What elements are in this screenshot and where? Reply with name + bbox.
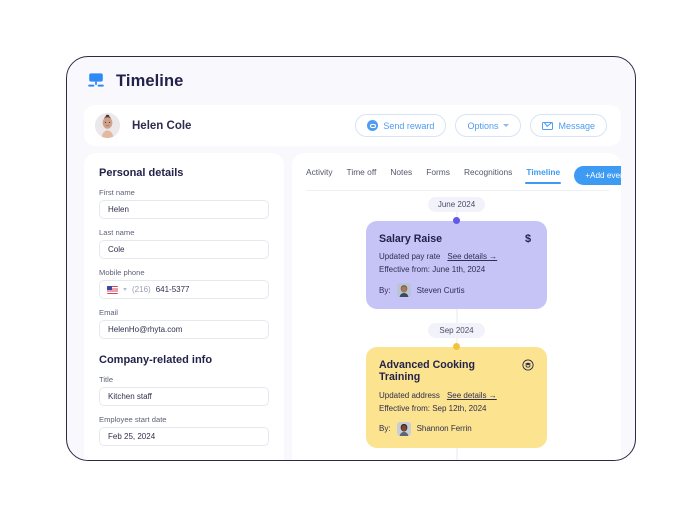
card-author-name: Steven Curtis xyxy=(416,285,465,295)
mobile-phone-label: Mobile phone xyxy=(99,268,145,277)
add-event-button[interactable]: +Add event xyxy=(574,166,621,185)
email-input[interactable]: HelenHo@rhyta.com xyxy=(99,320,269,339)
first-name-field-group: First name Helen xyxy=(99,188,269,219)
timeline-entry: Sep 2024 Advanced Cooking Training Updat… xyxy=(292,323,621,448)
card-effective-date: Effective from: June 1th, 2024 xyxy=(379,265,486,275)
timeline-card-cooking-training[interactable]: Advanced Cooking Training Updated addres… xyxy=(366,347,547,448)
start-date-label: Employee start date xyxy=(99,415,167,424)
device-frame: Timeline Helen Cole Send reward Options … xyxy=(66,56,636,461)
start-date-field-group: Employee start date Feb 25, 2024 xyxy=(99,415,269,446)
title-label: Title xyxy=(99,375,114,384)
see-details-link[interactable]: See details → xyxy=(447,252,497,261)
timeline-date-pill: June 2024 xyxy=(428,197,485,212)
card-header: Salary Raise $ xyxy=(379,233,534,245)
graduation-cap-icon xyxy=(522,359,534,371)
card-by-label: By: xyxy=(379,285,391,295)
personal-details-panel: Personal details First name Helen Last n… xyxy=(84,153,284,460)
card-by-label: By: xyxy=(379,424,391,434)
timeline-node xyxy=(453,217,460,224)
tab-bar: Activity Time off Notes Forms Recognitio… xyxy=(292,160,621,191)
timeline-card-salary-raise[interactable]: Salary Raise $ Updated pay rate See deta… xyxy=(366,221,547,310)
title-field-group: Title Kitchen staff xyxy=(99,375,269,406)
tab-timeline[interactable]: Timeline xyxy=(525,167,562,184)
card-detail-text: Updated pay rate xyxy=(379,252,441,262)
app-header: Timeline xyxy=(67,57,635,105)
phone-area-code: (216) xyxy=(132,285,151,294)
person-name: Helen Cole xyxy=(132,119,192,132)
header-actions: Send reward Options Message xyxy=(355,114,607,137)
send-reward-button[interactable]: Send reward xyxy=(355,114,447,137)
start-date-input[interactable]: Feb 25, 2024 xyxy=(99,427,269,446)
options-button[interactable]: Options xyxy=(455,114,522,137)
dollar-icon: $ xyxy=(522,233,534,245)
card-effective-date: Effective from: Sep 12th, 2024 xyxy=(379,403,487,413)
card-title: Salary Raise xyxy=(379,233,443,245)
tab-notes[interactable]: Notes xyxy=(390,167,412,184)
chevron-down-icon xyxy=(503,124,510,127)
phone-number: 641-5377 xyxy=(155,285,190,294)
author-avatar xyxy=(396,283,411,298)
tab-forms[interactable]: Forms xyxy=(426,167,450,184)
last-name-field-group: Last name Cole xyxy=(99,228,269,259)
timeline-date-pill: Sep 2024 xyxy=(428,323,485,339)
mobile-phone-input[interactable]: (216) 641-5377 xyxy=(99,280,269,299)
tab-time-off[interactable]: Time off xyxy=(347,167,377,184)
card-detail-text: Updated address xyxy=(379,390,440,400)
message-label: Message xyxy=(558,120,595,131)
avatar xyxy=(95,113,120,138)
card-author-name: Shannon Ferrin xyxy=(416,424,472,434)
card-author-row: By: Steven Curtis xyxy=(379,283,534,298)
card-header: Advanced Cooking Training xyxy=(379,359,534,383)
person-bar: Helen Cole Send reward Options Message xyxy=(84,105,621,146)
timeline-entry: June 2024 Salary Raise $ Updated pay rat… xyxy=(292,197,621,310)
us-flag-icon xyxy=(107,285,118,294)
send-reward-label: Send reward xyxy=(383,120,435,131)
last-name-input[interactable]: Cole xyxy=(99,240,269,259)
title-input[interactable]: Kitchen staff xyxy=(99,387,269,406)
card-detail-row: Updated address See details → xyxy=(379,391,534,400)
card-detail-row: Updated pay rate See details → xyxy=(379,252,534,261)
see-details-link[interactable]: See details → xyxy=(447,391,497,400)
card-title: Advanced Cooking Training xyxy=(379,359,475,384)
timeline-panel: Activity Time off Notes Forms Recognitio… xyxy=(292,153,621,460)
reward-badge-icon xyxy=(367,120,379,131)
email-label: Email xyxy=(99,308,118,317)
timeline-list: June 2024 Salary Raise $ Updated pay rat… xyxy=(292,191,621,460)
timeline-icon xyxy=(86,71,106,91)
card-author-row: By: Shannon Ferrin xyxy=(379,421,534,436)
dollar-glyph: $ xyxy=(524,232,532,245)
tab-recognitions[interactable]: Recognitions xyxy=(464,167,512,184)
first-name-label: First name xyxy=(99,188,135,197)
last-name-label: Last name xyxy=(99,228,135,237)
author-avatar xyxy=(396,421,411,436)
tab-activity[interactable]: Activity xyxy=(306,167,333,184)
mobile-phone-field-group: Mobile phone (216) 641-5377 xyxy=(99,268,269,299)
first-name-input[interactable]: Helen xyxy=(99,200,269,219)
envelope-icon xyxy=(542,121,554,130)
company-info-title: Company-related info xyxy=(99,354,213,366)
personal-details-title: Personal details xyxy=(99,167,184,179)
email-field-group: Email HelenHo@rhyta.com xyxy=(99,308,269,339)
page-title: Timeline xyxy=(116,71,184,90)
message-button[interactable]: Message xyxy=(530,114,607,137)
country-chevron-down-icon[interactable] xyxy=(123,288,127,291)
options-label: Options xyxy=(467,120,499,131)
